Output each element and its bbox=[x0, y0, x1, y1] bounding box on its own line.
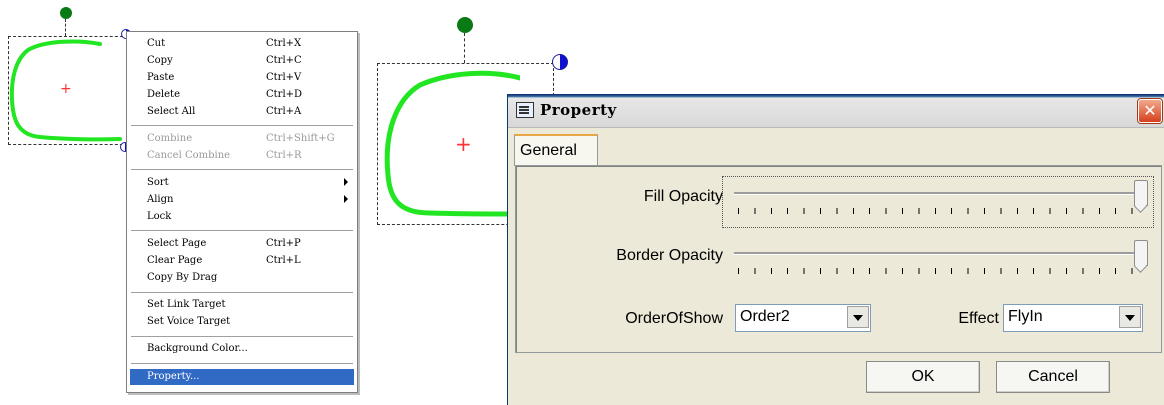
menu-item-select-page[interactable]: Select Page Ctrl+P bbox=[130, 236, 354, 252]
menu-label: Combine bbox=[147, 133, 193, 144]
menu-item-cut[interactable]: Cut Ctrl+X bbox=[130, 36, 354, 52]
general-panel: Fill Opacity Border Opacity OrderOfShow … bbox=[515, 165, 1162, 353]
menu-item-property[interactable]: Property... bbox=[130, 369, 354, 385]
menu-item-delete[interactable]: Delete Ctrl+D bbox=[130, 87, 354, 103]
menu-label: Clear Page bbox=[147, 255, 203, 266]
cancel-button[interactable]: Cancel bbox=[996, 361, 1110, 393]
center-mark-right: + bbox=[455, 132, 472, 156]
menu-item-cancel-combine: Cancel Combine Ctrl+R bbox=[130, 148, 354, 164]
menu-separator bbox=[131, 230, 353, 232]
menu-label: Delete bbox=[147, 89, 180, 100]
slider-ticks bbox=[738, 268, 1144, 274]
menu-separator bbox=[131, 363, 353, 365]
close-icon[interactable]: ✕ bbox=[1138, 99, 1162, 123]
menu-separator bbox=[131, 292, 353, 294]
menu-item-set-voice-target[interactable]: Set Voice Target bbox=[130, 314, 354, 330]
tab-general-label: General bbox=[520, 142, 577, 159]
menu-label: Copy bbox=[147, 55, 173, 66]
menu-shortcut: Ctrl+V bbox=[266, 72, 302, 83]
chevron-down-icon[interactable] bbox=[847, 306, 869, 328]
slider-thumb[interactable] bbox=[1134, 240, 1148, 266]
menu-shortcut: Ctrl+P bbox=[266, 238, 301, 249]
menu-label: Property... bbox=[147, 371, 200, 382]
menu-label: Select All bbox=[147, 106, 196, 117]
menu-item-sort[interactable]: Sort bbox=[130, 175, 354, 191]
dialog-title: Property bbox=[540, 101, 617, 119]
menu-shortcut: Ctrl+R bbox=[266, 150, 302, 161]
menu-label: Align bbox=[147, 194, 174, 205]
fill-opacity-label: Fill Opacity bbox=[643, 188, 723, 205]
menu-label: Background Color... bbox=[147, 343, 248, 354]
menu-item-copy-by-drag[interactable]: Copy By Drag bbox=[130, 270, 354, 286]
tab-general[interactable]: General bbox=[514, 134, 598, 166]
menu-label: Copy By Drag bbox=[147, 272, 218, 283]
slider-thumb[interactable] bbox=[1134, 180, 1148, 206]
menu-item-copy[interactable]: Copy Ctrl+C bbox=[130, 53, 354, 69]
border-opacity-label: Border Opacity bbox=[616, 247, 723, 264]
order-of-show-value: Order2 bbox=[740, 308, 790, 325]
menu-label: Set Voice Target bbox=[147, 316, 231, 327]
property-window-icon bbox=[516, 102, 534, 118]
submenu-arrow-icon bbox=[344, 195, 348, 203]
menu-shortcut: Ctrl+L bbox=[266, 255, 301, 266]
menu-item-lock[interactable]: Lock bbox=[130, 209, 354, 225]
menu-label: Paste bbox=[147, 72, 175, 83]
menu-shortcut: Ctrl+X bbox=[266, 38, 302, 49]
resize-handle-right-top[interactable] bbox=[552, 54, 568, 70]
menu-item-combine: Combine Ctrl+Shift+G bbox=[130, 131, 354, 147]
chevron-down-icon[interactable] bbox=[1119, 306, 1141, 328]
menu-shortcut: Ctrl+C bbox=[266, 55, 302, 66]
submenu-arrow-icon bbox=[344, 178, 348, 186]
menu-item-clear-page[interactable]: Clear Page Ctrl+L bbox=[130, 253, 354, 269]
menu-label: Cut bbox=[147, 38, 166, 49]
slider-ticks bbox=[738, 208, 1144, 214]
order-of-show-select[interactable]: Order2 bbox=[735, 304, 871, 332]
menu-label: Select Page bbox=[147, 238, 207, 249]
menu-label: Cancel Combine bbox=[147, 150, 231, 161]
menu-item-paste[interactable]: Paste Ctrl+V bbox=[130, 70, 354, 86]
dialog-titlebar[interactable]: Property ✕ bbox=[508, 94, 1164, 128]
border-opacity-slider[interactable] bbox=[734, 238, 1148, 278]
menu-shortcut: Ctrl+A bbox=[266, 106, 302, 117]
menu-separator bbox=[131, 125, 353, 127]
menu-shortcut: Ctrl+Shift+G bbox=[266, 133, 335, 144]
menu-item-align[interactable]: Align bbox=[130, 192, 354, 208]
ok-button[interactable]: OK bbox=[866, 361, 980, 393]
effect-select[interactable]: FlyIn bbox=[1003, 304, 1143, 332]
menu-shortcut: Ctrl+D bbox=[266, 89, 303, 100]
menu-label: Lock bbox=[147, 211, 172, 222]
menu-item-select-all[interactable]: Select All Ctrl+A bbox=[130, 104, 354, 120]
slider-track bbox=[734, 252, 1148, 255]
slider-track bbox=[734, 192, 1148, 195]
context-menu: Cut Ctrl+X Copy Ctrl+C Paste Ctrl+V Delete C… bbox=[126, 31, 358, 393]
menu-separator bbox=[131, 336, 353, 338]
property-dialog: Property ✕ General Fill Opacity Border O… bbox=[507, 94, 1164, 405]
effect-label: Effect bbox=[958, 310, 999, 327]
menu-item-background-color[interactable]: Background Color... bbox=[130, 341, 354, 357]
menu-item-set-link-target[interactable]: Set Link Target bbox=[130, 297, 354, 313]
menu-label: Sort bbox=[147, 177, 169, 188]
order-of-show-label: OrderOfShow bbox=[625, 310, 723, 327]
effect-value: FlyIn bbox=[1008, 308, 1043, 325]
fill-opacity-slider[interactable] bbox=[734, 178, 1148, 218]
menu-separator bbox=[131, 169, 353, 171]
menu-label: Set Link Target bbox=[147, 299, 226, 310]
